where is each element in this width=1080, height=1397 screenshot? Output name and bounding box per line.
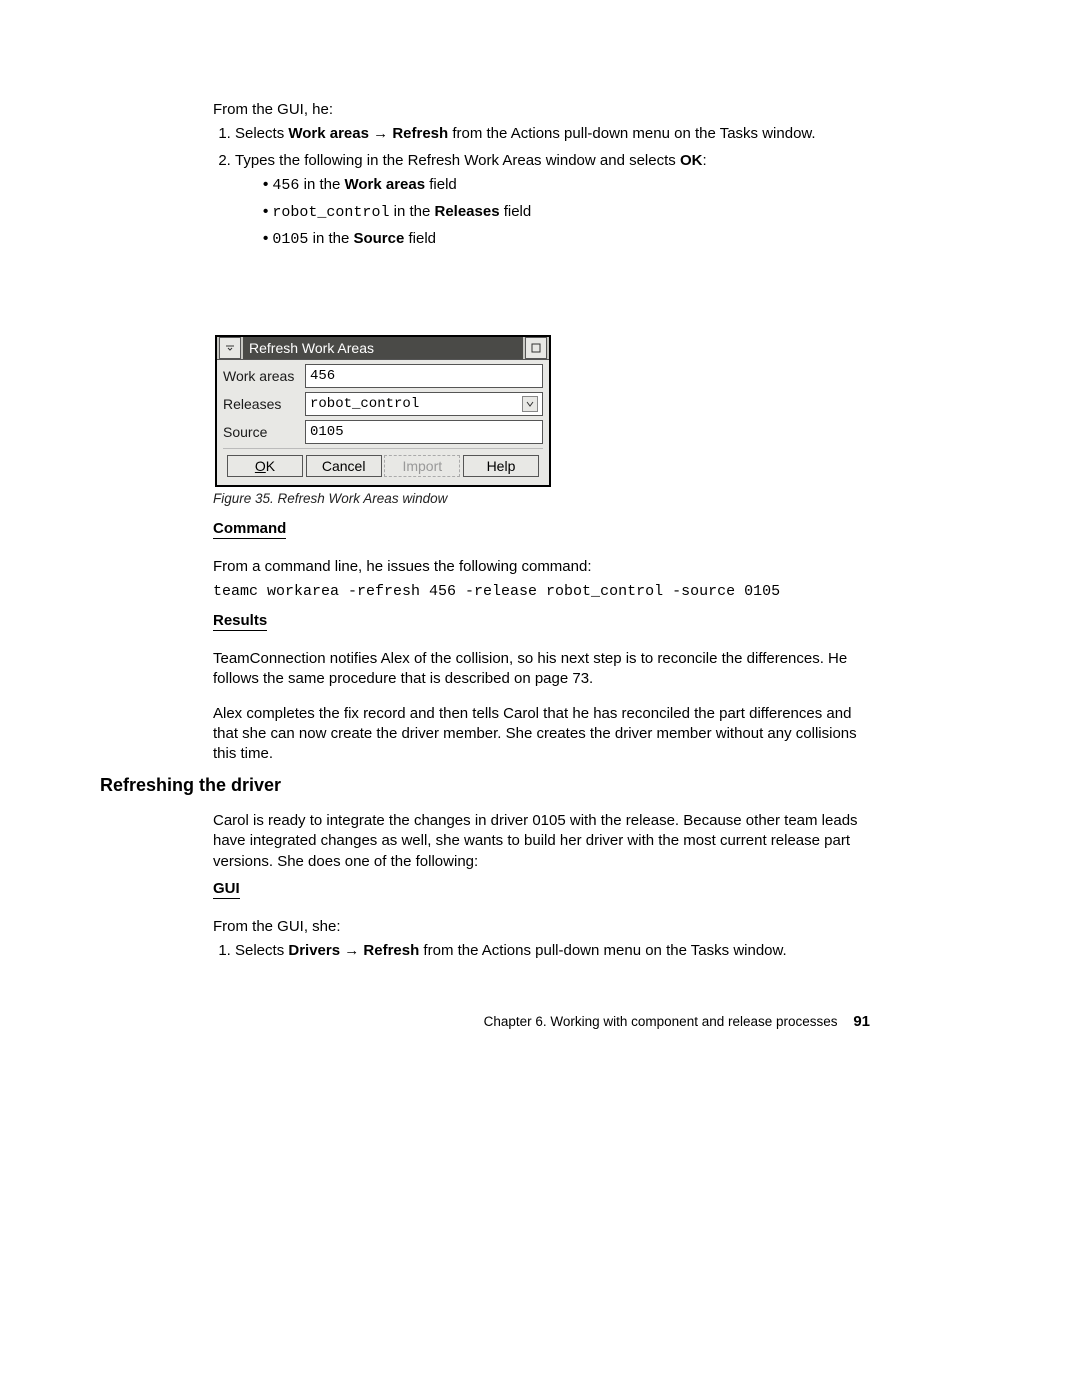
- work-areas-input[interactable]: 456: [305, 364, 543, 388]
- dialog-titlebar: Refresh Work Areas: [217, 337, 549, 360]
- results-paragraph-1: TeamConnection notifies Alex of the coll…: [213, 649, 863, 690]
- bold-text: Refresh: [392, 125, 448, 142]
- bullet-list: 456 in the Work areas field robot_contro…: [235, 175, 863, 251]
- section-heading-refreshing-driver: Refreshing the driver: [100, 775, 281, 796]
- text: field: [425, 176, 457, 193]
- code-text: robot_control: [272, 204, 389, 221]
- bold-text: Drivers: [288, 942, 340, 959]
- text: in the: [299, 176, 344, 193]
- step-1: Selects Work areas → Refresh from the Ac…: [235, 124, 863, 144]
- releases-input[interactable]: robot_control: [305, 392, 543, 416]
- input-value: 0105: [310, 424, 344, 440]
- top-content: From the GUI, he: Selects Work areas → R…: [213, 100, 863, 259]
- command-intro: From a command line, he issues the follo…: [213, 557, 863, 577]
- arrow-icon: →: [369, 125, 392, 142]
- text: field: [500, 203, 532, 220]
- refresh-intro-block: Carol is ready to integrate the changes …: [213, 811, 863, 876]
- help-button[interactable]: Help: [463, 455, 539, 477]
- text: Types the following in the Refresh Work …: [235, 152, 680, 169]
- dialog-title: Refresh Work Areas: [243, 337, 523, 359]
- results-paragraph-2: Alex completes the fix record and then t…: [213, 704, 863, 765]
- document-page: From the GUI, he: Selects Work areas → R…: [0, 0, 1080, 1397]
- input-value: robot_control: [310, 396, 419, 412]
- releases-label: Releases: [223, 396, 305, 412]
- command-section: Command From a command line, he issues t…: [213, 520, 863, 600]
- import-button: Import: [384, 455, 460, 477]
- page-number: 91: [853, 1013, 870, 1030]
- footer-chapter-text: Chapter 6. Working with component and re…: [484, 1014, 838, 1029]
- ok-button[interactable]: OK: [227, 455, 303, 477]
- bold-text: Source: [353, 230, 404, 247]
- text: in the: [308, 230, 353, 247]
- bold-text: Refresh: [363, 942, 419, 959]
- figure-caption: Figure 35. Refresh Work Areas window: [213, 491, 447, 506]
- input-value: 456: [310, 368, 335, 384]
- gui-heading: GUI: [213, 880, 240, 899]
- results-heading: Results: [213, 612, 267, 631]
- maximize-button[interactable]: [525, 337, 547, 359]
- cancel-button[interactable]: Cancel: [306, 455, 382, 477]
- source-input[interactable]: 0105: [305, 420, 543, 444]
- bold-text: Releases: [434, 203, 499, 220]
- dropdown-button[interactable]: [522, 396, 538, 412]
- text: field: [404, 230, 436, 247]
- source-label: Source: [223, 424, 305, 440]
- text: in the: [389, 203, 434, 220]
- text: :: [702, 152, 706, 169]
- code-text: 0105: [272, 231, 308, 248]
- work-areas-label: Work areas: [223, 368, 305, 384]
- bullet-item: 456 in the Work areas field: [263, 175, 863, 196]
- code-text: 456: [272, 177, 299, 194]
- refresh-work-areas-dialog: Refresh Work Areas Work areas 456 Releas…: [215, 335, 551, 487]
- gui-section-2: GUI From the GUI, she: Selects Drivers →…: [213, 880, 863, 970]
- step-2: Types the following in the Refresh Work …: [235, 151, 863, 251]
- text: from the Actions pull-down menu on the T…: [419, 942, 786, 959]
- text: from the Actions pull-down menu on the T…: [448, 125, 815, 142]
- bold-text: OK: [680, 152, 703, 169]
- system-menu-button[interactable]: [219, 337, 241, 359]
- bullet-item: 0105 in the Source field: [263, 229, 863, 250]
- text: Selects: [235, 125, 288, 142]
- bullet-item: robot_control in the Releases field: [263, 202, 863, 223]
- refresh-paragraph: Carol is ready to integrate the changes …: [213, 811, 863, 872]
- text: Selects: [235, 942, 288, 959]
- arrow-icon: →: [340, 942, 363, 959]
- bold-text: Work areas: [288, 125, 369, 142]
- results-section: Results TeamConnection notifies Alex of …: [213, 612, 863, 768]
- text: K: [266, 458, 275, 474]
- command-heading: Command: [213, 520, 286, 539]
- intro-line: From the GUI, he:: [213, 100, 863, 120]
- command-code: teamc workarea -refresh 456 -release rob…: [213, 583, 863, 600]
- gui2-step-1: Selects Drivers → Refresh from the Actio…: [235, 941, 863, 961]
- numbered-steps-1: Selects Work areas → Refresh from the Ac…: [213, 124, 863, 250]
- underline-char: O: [255, 458, 266, 474]
- bold-text: Work areas: [344, 176, 425, 193]
- page-footer: Chapter 6. Working with component and re…: [0, 1013, 870, 1030]
- gui2-intro: From the GUI, she:: [213, 917, 863, 937]
- numbered-steps-2: Selects Drivers → Refresh from the Actio…: [213, 941, 863, 961]
